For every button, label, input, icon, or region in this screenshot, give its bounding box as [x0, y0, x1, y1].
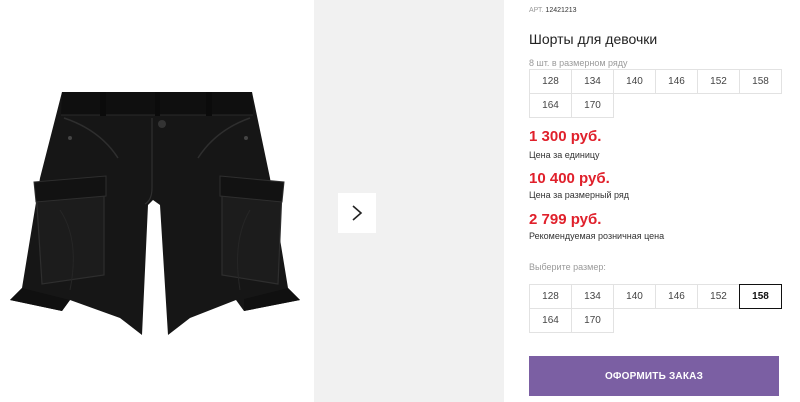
row-size-cell: 128: [529, 69, 572, 94]
row-price: 10 400 руб.: [529, 170, 610, 187]
unit-price-caption: Цена за единицу: [529, 150, 600, 160]
size-option-158[interactable]: 158: [739, 284, 782, 309]
size-row-note: 8 шт. в размерном ряду: [529, 58, 628, 68]
size-option-140[interactable]: 140: [613, 284, 656, 309]
row-size-cell: 146: [655, 69, 698, 94]
sku-value: 12421213: [545, 7, 577, 14]
size-option-164[interactable]: 164: [529, 308, 572, 333]
retail-price-caption: Рекомендуемая розничная цена: [529, 231, 665, 241]
unit-price: 1 300 руб.: [529, 128, 602, 145]
size-option-170[interactable]: 170: [571, 308, 614, 333]
size-picker-label: Выберите размер:: [529, 262, 606, 272]
row-size-cell: 158: [739, 69, 782, 94]
shorts-illustration: [10, 92, 300, 335]
row-size-cell: 140: [613, 69, 656, 94]
size-picker: 128 134 140 146 152 158 164 170: [529, 284, 782, 333]
size-option-128[interactable]: 128: [529, 284, 572, 309]
row-size-cell: 170: [571, 93, 614, 118]
size-option-134[interactable]: 134: [571, 284, 614, 309]
product-gallery: [0, 0, 505, 402]
row-size-cell: 134: [571, 69, 614, 94]
size-row-grid: 128 134 140 146 152 158 164 170: [529, 69, 782, 118]
sku-label: АРТ.: [529, 7, 544, 14]
product-title: Шорты для девочки: [529, 31, 658, 47]
size-option-146[interactable]: 146: [655, 284, 698, 309]
sku: АРТ. 12421213: [529, 7, 577, 14]
size-option-152[interactable]: 152: [697, 284, 740, 309]
row-price-caption: Цена за размерный ряд: [529, 190, 630, 200]
chevron-right-icon: [351, 204, 363, 222]
retail-price: 2 799 руб.: [529, 211, 602, 228]
row-size-cell: 164: [529, 93, 572, 118]
row-size-cell: 152: [697, 69, 740, 94]
next-image-button[interactable]: [338, 193, 376, 233]
place-order-button[interactable]: ОФОРМИТЬ ЗАКАЗ: [529, 356, 779, 396]
product-photo: [0, 0, 312, 402]
